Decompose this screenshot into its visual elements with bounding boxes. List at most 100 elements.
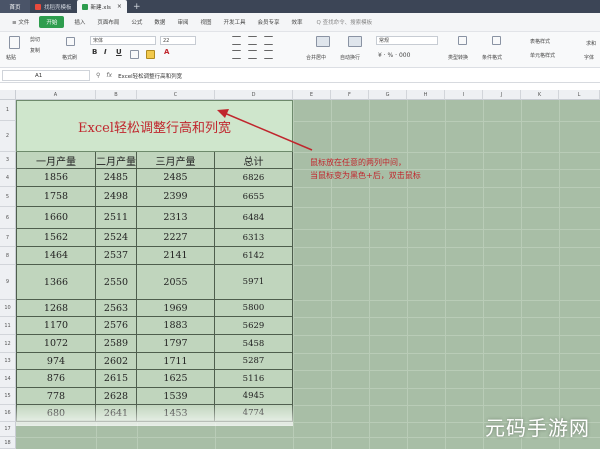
menu-review[interactable]: 审阅 — [171, 18, 194, 26]
title-cell[interactable]: Excel轻松调整行高和列宽 — [16, 100, 293, 152]
font-size-select[interactable]: 22 — [160, 36, 196, 45]
data-cell[interactable]: 2524 — [96, 229, 137, 247]
data-cell[interactable]: 5800 — [215, 300, 293, 317]
column-header-c[interactable]: C — [137, 90, 215, 100]
data-cell[interactable]: 2537 — [96, 247, 137, 265]
conditional-format-button[interactable]: 条件格式 — [482, 54, 502, 61]
data-cell[interactable]: 2485 — [96, 169, 137, 187]
data-cell[interactable]: 4945 — [215, 388, 293, 405]
data-cell[interactable]: 2563 — [96, 300, 137, 317]
row-header-3[interactable]: 3 — [0, 152, 16, 169]
fill-color-icon[interactable] — [146, 50, 155, 59]
data-cell[interactable]: 6826 — [215, 169, 293, 187]
underline-button[interactable]: U — [116, 48, 122, 56]
fx-icon[interactable]: fx — [106, 72, 112, 79]
data-cell[interactable]: 2399 — [137, 187, 215, 207]
select-all-corner[interactable] — [0, 90, 16, 100]
data-cell[interactable]: 778 — [16, 388, 96, 405]
bold-button[interactable]: B — [92, 48, 97, 56]
data-cell[interactable]: 876 — [16, 370, 96, 388]
align-middle-icon[interactable] — [248, 36, 257, 45]
sum-button[interactable]: 求和 — [586, 40, 596, 47]
data-cell[interactable]: 2141 — [137, 247, 215, 265]
paste-label[interactable]: 粘贴 — [6, 54, 16, 61]
data-cell[interactable]: 5629 — [215, 317, 293, 335]
data-cell[interactable]: 1660 — [16, 207, 96, 229]
data-cell[interactable]: 2485 — [137, 169, 215, 187]
row-header-14[interactable]: 14 — [0, 370, 16, 388]
data-cell[interactable]: 6313 — [215, 229, 293, 247]
data-cell[interactable]: 2227 — [137, 229, 215, 247]
data-cell[interactable]: 2550 — [96, 265, 137, 300]
paste-icon[interactable] — [9, 36, 20, 49]
data-cell[interactable]: 1562 — [16, 229, 96, 247]
data-cell[interactable]: 6484 — [215, 207, 293, 229]
font-button[interactable]: 字体 — [584, 54, 594, 61]
menu-start[interactable]: 开始 — [39, 16, 65, 28]
column-header-e[interactable]: E — [293, 90, 331, 100]
header-cell[interactable]: 三月产量 — [137, 152, 215, 169]
menu-efficiency[interactable]: 效率 — [286, 18, 309, 26]
row-header-1[interactable]: 1 — [0, 100, 16, 121]
conditional-format-icon[interactable] — [492, 36, 501, 45]
menu-data[interactable]: 数据 — [148, 18, 171, 26]
data-cell[interactable]: 2615 — [96, 370, 137, 388]
column-header-a[interactable]: A — [16, 90, 96, 100]
align-right-icon[interactable] — [264, 50, 273, 59]
header-cell[interactable]: 总计 — [215, 152, 293, 169]
data-cell[interactable]: 1969 — [137, 300, 215, 317]
row-header-2[interactable]: 2 — [0, 121, 16, 152]
name-box[interactable]: A1 — [2, 70, 90, 81]
data-cell[interactable]: 2498 — [96, 187, 137, 207]
data-cell[interactable]: 1797 — [137, 335, 215, 353]
data-cell[interactable]: 2602 — [96, 353, 137, 370]
row-header-6[interactable]: 6 — [0, 207, 16, 229]
wrap-text-icon[interactable] — [348, 36, 362, 47]
italic-button[interactable]: I — [104, 48, 107, 56]
data-cell[interactable]: 6142 — [215, 247, 293, 265]
merge-center-icon[interactable] — [316, 36, 330, 47]
border-icon[interactable] — [130, 50, 139, 59]
tab-template[interactable]: 找稻壳模板 — [30, 0, 77, 13]
copy-button[interactable]: 复制 — [30, 47, 40, 54]
column-header-h[interactable]: H — [407, 90, 445, 100]
data-cell[interactable]: 5971 — [215, 265, 293, 300]
new-tab-button[interactable]: + — [127, 2, 147, 12]
data-cell[interactable]: 2055 — [137, 265, 215, 300]
data-cell[interactable]: 1539 — [137, 388, 215, 405]
row-header-7[interactable]: 7 — [0, 229, 16, 247]
command-search[interactable]: Q 查找命令、搜索模板 — [317, 18, 373, 26]
menu-member[interactable]: 会员专享 — [251, 18, 285, 26]
data-cell[interactable]: 2313 — [137, 207, 215, 229]
column-header-k[interactable]: K — [521, 90, 559, 100]
row-header-12[interactable]: 12 — [0, 335, 16, 353]
column-header-l[interactable]: L — [559, 90, 600, 100]
type-convert-button[interactable]: 类型转换 — [448, 54, 468, 61]
menu-developer[interactable]: 开发工具 — [217, 18, 251, 26]
data-cell[interactable]: 1883 — [137, 317, 215, 335]
menu-file[interactable]: ≡ 文件 — [6, 18, 35, 26]
data-cell[interactable]: 1170 — [16, 317, 96, 335]
data-cell[interactable]: 1625 — [137, 370, 215, 388]
menu-insert[interactable]: 插入 — [68, 18, 91, 26]
row-header-11[interactable]: 11 — [0, 317, 16, 335]
formula-content[interactable]: Excel轻松调整行高和列宽 — [118, 72, 182, 80]
row-header-17[interactable]: 17 — [0, 422, 16, 437]
tab-workbook[interactable]: 新建.xls × — [76, 0, 127, 13]
row-header-18[interactable]: 18 — [0, 437, 16, 449]
row-header-13[interactable]: 13 — [0, 353, 16, 370]
format-painter-button[interactable]: 格式刷 — [62, 54, 77, 61]
menu-formula[interactable]: 公式 — [125, 18, 148, 26]
data-cell[interactable]: 6655 — [215, 187, 293, 207]
format-painter-icon[interactable] — [66, 37, 75, 46]
column-header-g[interactable]: G — [369, 90, 407, 100]
header-cell[interactable]: 二月产量 — [96, 152, 137, 169]
column-header-j[interactable]: J — [483, 90, 521, 100]
row-header-10[interactable]: 10 — [0, 300, 16, 317]
align-center-icon[interactable] — [248, 50, 257, 59]
data-cell[interactable]: 1464 — [16, 247, 96, 265]
table-style-button[interactable]: 表格样式 — [530, 38, 550, 45]
data-cell[interactable]: 2628 — [96, 388, 137, 405]
data-cell[interactable]: 1758 — [16, 187, 96, 207]
data-cell[interactable]: 2511 — [96, 207, 137, 229]
